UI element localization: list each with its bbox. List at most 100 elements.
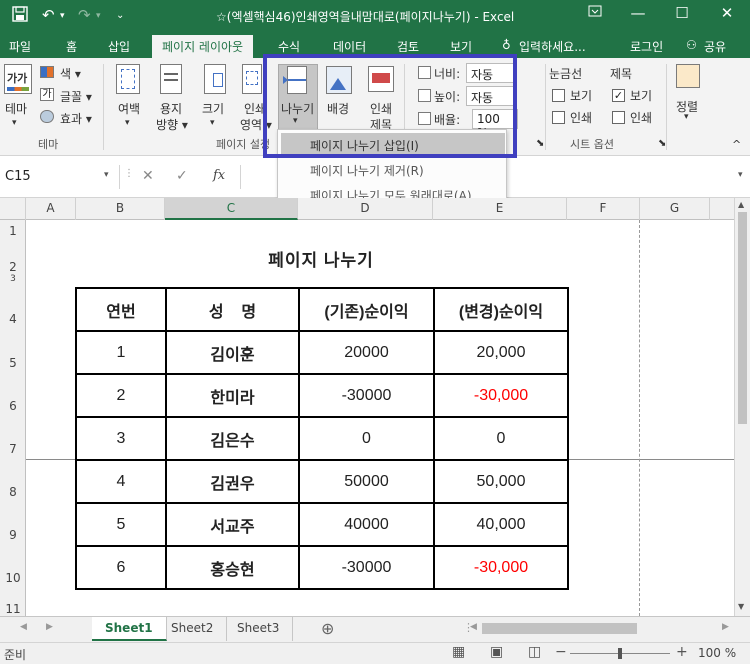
header-cell[interactable]: 성 명 <box>166 288 299 331</box>
column-header-e[interactable]: E <box>433 198 567 220</box>
table-cell[interactable]: 김은수 <box>166 417 299 460</box>
maximize-icon[interactable]: ☐ <box>667 4 697 22</box>
tab-view[interactable]: 보기 <box>450 38 472 55</box>
header-cell[interactable]: 연번 <box>76 288 166 331</box>
header-cell[interactable]: (기존)순이익 <box>299 288 434 331</box>
table-cell[interactable]: 40,000 <box>434 503 568 546</box>
row-header-5[interactable]: 5 <box>0 356 26 370</box>
table-cell[interactable]: 6 <box>76 546 166 589</box>
insert-function-icon[interactable]: fx <box>213 168 225 183</box>
enter-icon[interactable]: ✓ <box>176 168 188 184</box>
table-cell[interactable]: -30,000 <box>434 374 568 417</box>
save-icon[interactable] <box>12 6 28 26</box>
tab-home[interactable]: 홈 <box>66 38 77 55</box>
orientation-icon[interactable] <box>160 64 182 94</box>
hscroll-thumb[interactable] <box>482 623 637 634</box>
table-cell[interactable]: -30,000 <box>434 546 568 589</box>
fonts-icon[interactable]: 가 <box>40 88 54 101</box>
size-dropdown-icon[interactable]: ▾ <box>210 118 215 128</box>
orientation-button[interactable]: 방향 ▾ <box>156 116 188 133</box>
table-cell[interactable]: 3 <box>76 417 166 460</box>
minimize-icon[interactable]: — <box>623 4 653 22</box>
orientation-label-line1[interactable]: 용지 <box>160 100 182 117</box>
effects-icon[interactable] <box>40 110 54 123</box>
cancel-icon[interactable]: ✕ <box>142 168 154 184</box>
tell-me-input[interactable]: 입력하세요... <box>519 38 586 55</box>
table-cell[interactable]: 0 <box>299 417 434 460</box>
sheet-tab-2[interactable]: Sheet2 <box>158 617 227 641</box>
table-cell[interactable]: 한미라 <box>166 374 299 417</box>
gridlines-view-checkbox[interactable] <box>552 89 565 102</box>
vertical-scrollbar[interactable]: ▲ ▼ <box>734 198 750 616</box>
row-header-8[interactable]: 8 <box>0 485 26 499</box>
print-area-icon[interactable] <box>242 64 262 94</box>
table-cell[interactable]: 50000 <box>299 460 434 503</box>
name-box-dropdown-icon[interactable]: ▾ <box>104 170 109 180</box>
table-cell[interactable]: 김이훈 <box>166 331 299 374</box>
add-sheet-icon[interactable]: ⊕ <box>321 619 334 638</box>
row-header-6[interactable]: 6 <box>0 399 26 413</box>
expand-formula-bar-icon[interactable]: ▾ <box>738 170 743 180</box>
themes-label[interactable]: 테마 <box>5 100 27 117</box>
collapse-ribbon-icon[interactable]: ^ <box>732 138 741 151</box>
redo-dropdown-icon[interactable]: ▾ <box>96 11 101 21</box>
size-icon[interactable] <box>204 64 226 94</box>
header-cell[interactable]: (변경)순이익 <box>434 288 568 331</box>
zoom-out-icon[interactable]: − <box>555 644 567 660</box>
table-cell[interactable]: 홍승현 <box>166 546 299 589</box>
tab-file[interactable]: 파일 <box>9 38 31 55</box>
scroll-up-icon[interactable]: ▲ <box>738 200 744 209</box>
tab-formulas[interactable]: 수식 <box>278 38 300 55</box>
close-icon[interactable]: ✕ <box>712 4 742 22</box>
margins-icon[interactable] <box>116 64 140 94</box>
themes-dropdown-icon[interactable]: ▾ <box>12 118 17 128</box>
scroll-thumb[interactable] <box>738 212 747 424</box>
select-all-corner[interactable] <box>0 198 26 220</box>
row-header-4[interactable]: 4 <box>0 312 26 326</box>
table-cell[interactable]: -30000 <box>299 546 434 589</box>
page-break-preview-icon[interactable]: ◫ <box>528 644 541 660</box>
themes-icon[interactable]: 가가 <box>4 64 32 94</box>
size-button[interactable]: 크기 <box>202 100 224 117</box>
row-header-10[interactable]: 10 <box>0 571 26 585</box>
undo-icon[interactable]: ↶ <box>42 6 55 24</box>
table-cell[interactable]: 50,000 <box>434 460 568 503</box>
effects-button[interactable]: 효과 ▾ <box>60 110 92 127</box>
table-cell[interactable]: 서교주 <box>166 503 299 546</box>
column-header-f[interactable]: F <box>567 198 640 220</box>
table-cell[interactable]: 김권우 <box>166 460 299 503</box>
table-cell[interactable]: 20000 <box>299 331 434 374</box>
hscroll-right-icon[interactable]: ▶ <box>722 622 729 632</box>
scale-dialog-launcher-icon[interactable]: ⬊ <box>536 138 544 149</box>
table-cell[interactable]: -30000 <box>299 374 434 417</box>
headings-print-checkbox[interactable] <box>612 111 625 124</box>
table-cell[interactable]: 20,000 <box>434 331 568 374</box>
column-header-b[interactable]: B <box>76 198 165 220</box>
login-link[interactable]: 로그인 <box>630 38 663 55</box>
undo-dropdown-icon[interactable]: ▾ <box>60 11 65 21</box>
table-cell[interactable]: 2 <box>76 374 166 417</box>
margins-button[interactable]: 여백 <box>118 100 140 117</box>
hscroll-left-icon[interactable]: ◀ <box>470 622 477 632</box>
arrange-dropdown-icon[interactable]: ▾ <box>684 112 689 122</box>
row-header-7[interactable]: 7 <box>0 442 26 456</box>
tab-data[interactable]: 데이터 <box>333 38 366 55</box>
column-header-g[interactable]: G <box>640 198 710 220</box>
zoom-level[interactable]: 100 % <box>698 646 736 660</box>
prev-sheet-icon[interactable]: ◀ <box>20 622 27 632</box>
zoom-in-icon[interactable]: + <box>676 644 688 660</box>
margins-dropdown-icon[interactable]: ▾ <box>125 118 130 128</box>
table-cell[interactable]: 1 <box>76 331 166 374</box>
redo-icon[interactable]: ↷ <box>78 6 91 24</box>
next-sheet-icon[interactable]: ▶ <box>46 622 53 632</box>
colors-icon[interactable] <box>40 66 54 78</box>
table-cell[interactable]: 40000 <box>299 503 434 546</box>
page-layout-view-icon[interactable]: ▣ <box>490 644 503 660</box>
tab-page-layout[interactable]: 페이지 레이아웃 <box>152 35 253 58</box>
table-cell[interactable]: 4 <box>76 460 166 503</box>
column-header-a[interactable]: A <box>26 198 76 220</box>
share-button[interactable]: 공유 <box>704 38 726 55</box>
row-header-9[interactable]: 9 <box>0 528 26 542</box>
fonts-button[interactable]: 글꼴 ▾ <box>60 88 92 105</box>
scroll-down-icon[interactable]: ▼ <box>738 602 744 611</box>
